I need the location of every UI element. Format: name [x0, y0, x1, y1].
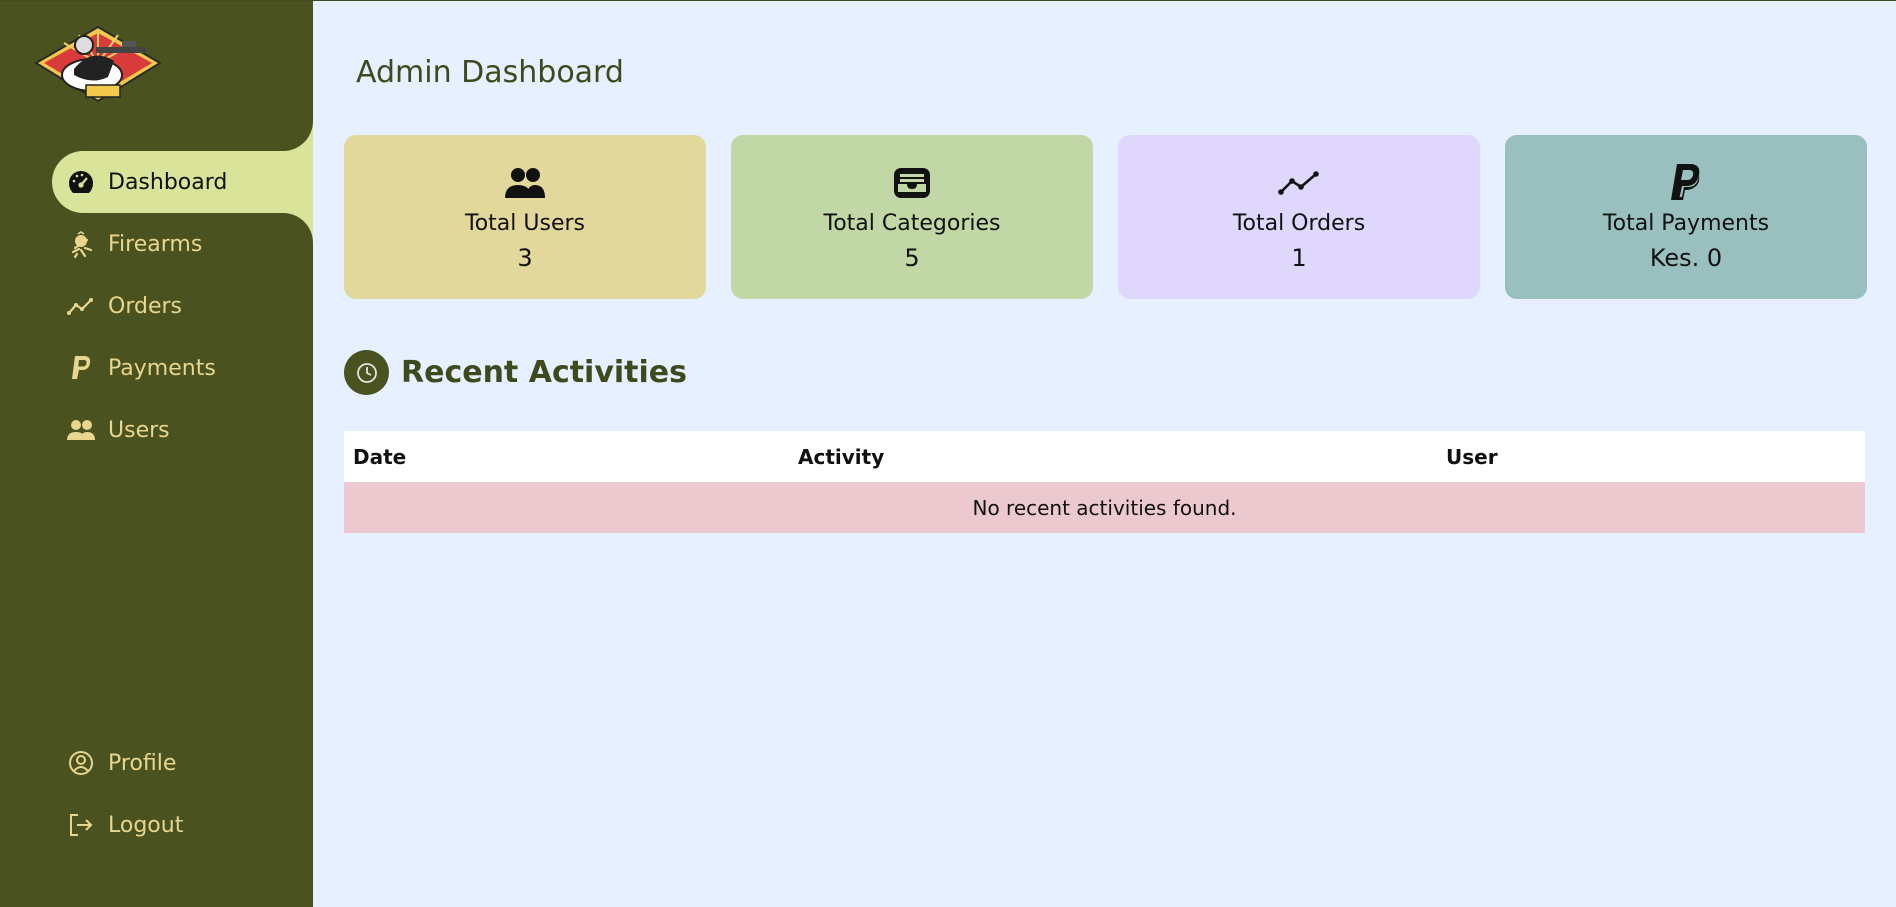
sidebar-item-profile[interactable]: Profile: [0, 732, 313, 794]
paypal-icon: [66, 353, 96, 383]
stat-card-value: 3: [517, 244, 533, 272]
users-icon: [503, 163, 547, 203]
active-curve-top: [283, 121, 313, 151]
sidebar-item-dashboard[interactable]: Dashboard: [52, 121, 313, 243]
empty-state-message: No recent activities found.: [972, 495, 1237, 520]
clock-icon: [344, 350, 389, 395]
user-circle-icon: [66, 748, 96, 778]
trend-line-icon: [66, 291, 96, 321]
recent-activities-table: Date Activity User No recent activities …: [344, 431, 1865, 533]
stat-card-value: 1: [1291, 244, 1307, 272]
sidebar-item-orders[interactable]: Orders: [0, 275, 313, 337]
sidebar-item-logout[interactable]: Logout: [0, 794, 313, 856]
sidebar-item-label: Users: [108, 417, 170, 443]
stat-card-payments[interactable]: Total Payments Kes. 0: [1505, 135, 1867, 299]
inbox-icon: [890, 163, 934, 203]
page-title: Admin Dashboard: [356, 55, 624, 90]
sidebar-item-label: Profile: [108, 750, 177, 776]
stat-card-value: Kes. 0: [1649, 244, 1723, 272]
sidebar-item-label: Payments: [108, 355, 216, 381]
stat-card-orders[interactable]: Total Orders 1: [1118, 135, 1480, 299]
column-header-date[interactable]: Date: [353, 445, 406, 469]
sidebar-nav: Dashboard Firearms Orders Payments Users: [0, 121, 313, 461]
stat-cards: Total Users 3 Total Categories 5 Total O…: [344, 135, 1867, 299]
sidebar-item-label: Firearms: [108, 231, 203, 257]
sidebar-item-payments[interactable]: Payments: [0, 337, 313, 399]
section-title: Recent Activities: [401, 355, 688, 390]
stat-card-title: Total Payments: [1602, 211, 1770, 236]
sidebar-item-label: Orders: [108, 293, 182, 319]
logo[interactable]: [34, 25, 162, 103]
paypal-icon: [1664, 163, 1708, 203]
column-header-user[interactable]: User: [1446, 445, 1498, 469]
sidebar-item-label: Dashboard: [108, 169, 228, 195]
sidebar-item-users[interactable]: Users: [0, 399, 313, 461]
sidebar: Dashboard Firearms Orders Payments Users…: [0, 1, 313, 907]
stat-card-title: Total Orders: [1232, 211, 1366, 236]
recent-activities-header: Recent Activities: [344, 350, 687, 395]
sidebar-item-firearms[interactable]: Firearms: [0, 213, 313, 275]
speedometer-icon: [66, 167, 96, 197]
stat-card-categories[interactable]: Total Categories 5: [731, 135, 1093, 299]
logout-icon: [66, 810, 96, 840]
sidebar-item-label: Logout: [108, 812, 184, 838]
firearm-icon: [66, 229, 96, 259]
stat-card-title: Total Categories: [823, 211, 1001, 236]
column-header-activity[interactable]: Activity: [798, 445, 884, 469]
users-icon: [66, 415, 96, 445]
main-content: Admin Dashboard Total Users 3 Total Cate…: [313, 1, 1896, 907]
sidebar-bottom-nav: Profile Logout: [0, 732, 313, 856]
stat-card-title: Total Users: [465, 211, 585, 236]
stat-card-users[interactable]: Total Users 3: [344, 135, 706, 299]
stat-card-value: 5: [904, 244, 920, 272]
trend-line-icon: [1277, 163, 1321, 203]
empty-state-row: No recent activities found.: [344, 482, 1865, 533]
table-header: Date Activity User: [344, 431, 1865, 482]
